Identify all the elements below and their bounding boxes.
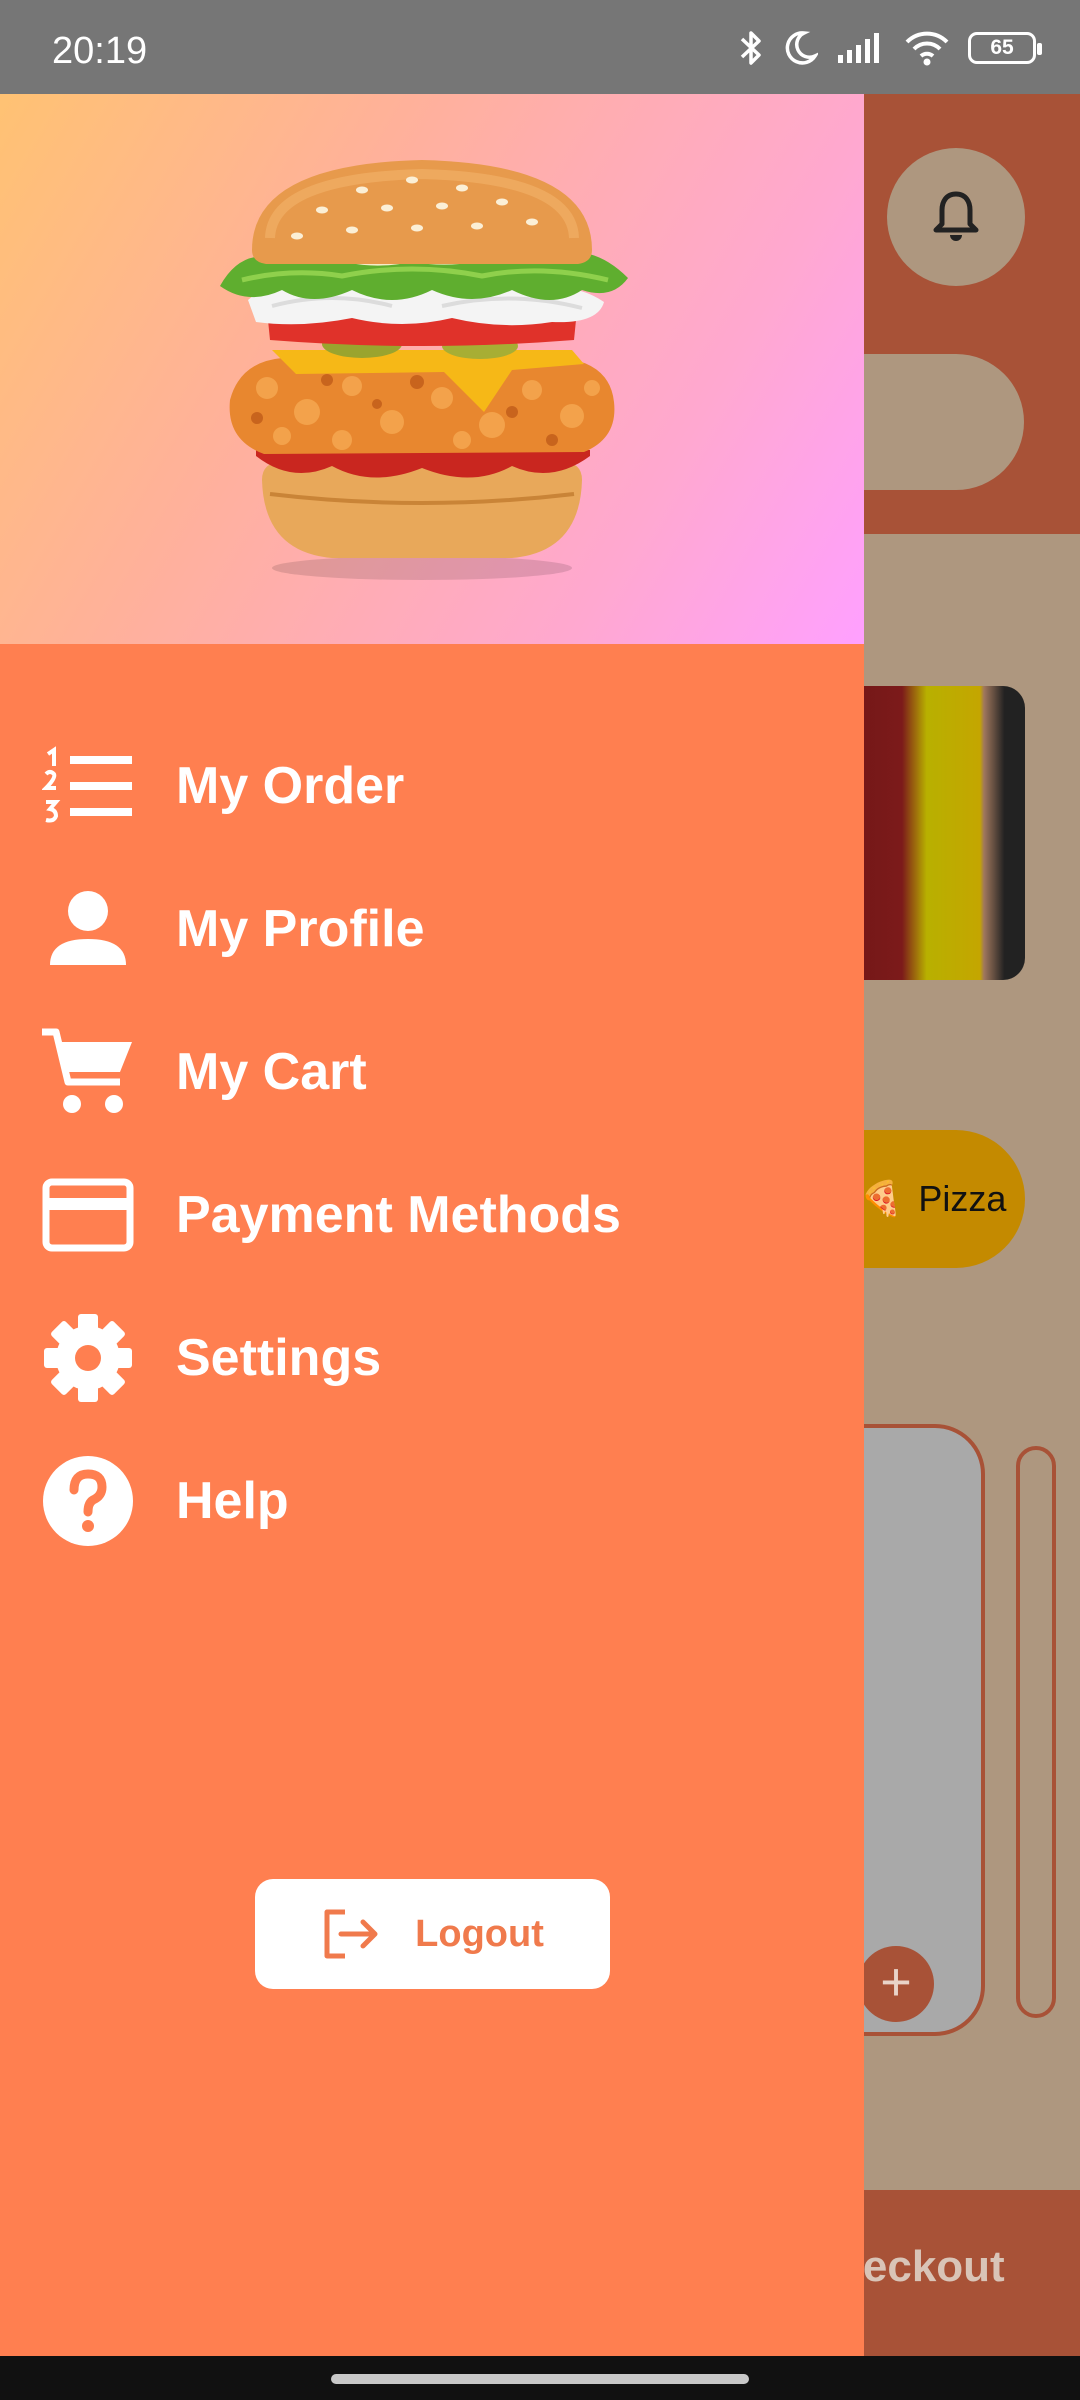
logout-icon — [324, 1909, 378, 1959]
drawer-header — [0, 94, 864, 644]
menu-label-my-profile: My Profile — [176, 900, 425, 958]
menu-label-help: Help — [176, 1472, 289, 1530]
category-label: Pizza — [918, 1178, 1007, 1219]
battery-icon: 65 — [968, 32, 1042, 64]
wifi-icon — [905, 31, 949, 66]
help-icon — [36, 1449, 140, 1553]
signal-icon — [838, 33, 879, 63]
menu-label-my-cart: My Cart — [176, 1043, 367, 1101]
gear-icon — [36, 1306, 140, 1410]
menu-label-my-order: My Order — [176, 757, 405, 815]
burger-image — [220, 160, 628, 580]
bell-icon — [933, 191, 979, 241]
menu-item-help[interactable]: Help — [0, 1441, 864, 1561]
home-gesture-handle[interactable] — [331, 2374, 749, 2384]
menu-item-my-profile[interactable]: My Profile — [0, 869, 864, 989]
moon-icon — [785, 31, 818, 65]
menu-label-settings: Settings — [176, 1329, 382, 1387]
menu-item-settings[interactable]: Settings — [0, 1298, 864, 1418]
menu-item-payment-methods[interactable]: Payment Methods — [0, 1155, 864, 1275]
add-to-cart-button[interactable]: + — [858, 1946, 934, 2022]
order-list-icon — [36, 734, 140, 838]
logout-label: Logout — [415, 1912, 544, 1955]
menu-item-my-order[interactable]: My Order — [0, 726, 864, 846]
bluetooth-icon — [740, 31, 761, 65]
credit-card-icon — [36, 1163, 140, 1267]
logout-button[interactable]: Logout — [255, 1879, 610, 1989]
status-bar: 20:19 65 — [0, 0, 1080, 94]
pizza-icon: 🍕 — [860, 1180, 903, 1218]
notification-button[interactable] — [887, 148, 1025, 286]
battery-level: 65 — [990, 36, 1014, 59]
food-card-next[interactable] — [1016, 1446, 1056, 2018]
status-icons: 65 — [738, 28, 1042, 68]
menu-label-payment-methods: Payment Methods — [176, 1186, 621, 1244]
navigation-drawer: My Order My Profile My Cart Payment Meth… — [0, 94, 864, 2356]
system-nav-bar — [0, 2356, 1080, 2400]
person-icon — [36, 877, 140, 981]
menu-item-my-cart[interactable]: My Cart — [0, 1012, 864, 1132]
status-time: 20:19 — [52, 30, 148, 72]
cart-icon — [36, 1020, 140, 1124]
